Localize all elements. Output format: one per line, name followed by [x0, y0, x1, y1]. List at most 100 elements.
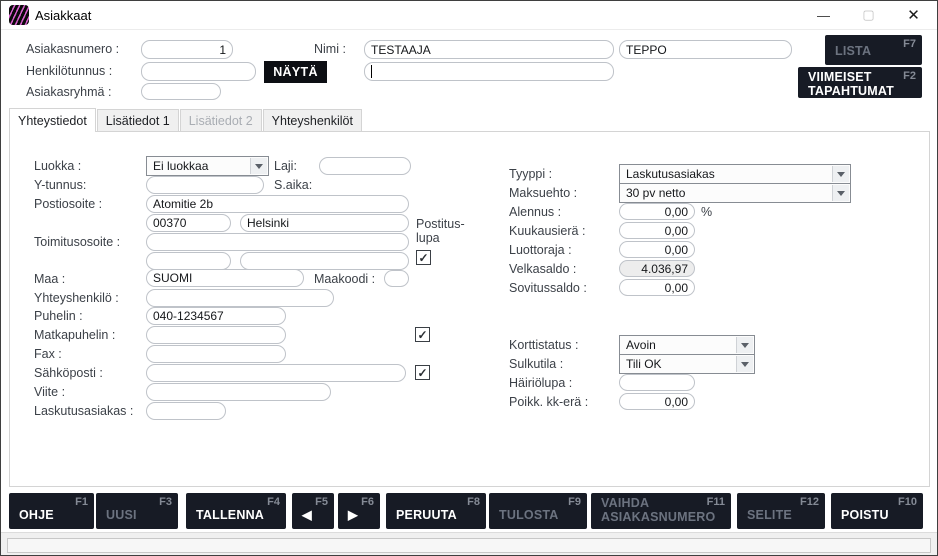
tab-yhteystiedot[interactable]: Yhteystiedot — [9, 108, 96, 132]
close-button[interactable]: ✕ — [891, 1, 936, 29]
puhelin-input[interactable]: 040-1234567 — [146, 307, 286, 325]
laskutusasiakas-input[interactable] — [146, 402, 226, 420]
next-button[interactable]: ▶ F6 — [338, 493, 380, 529]
chevron-down-icon[interactable] — [832, 166, 849, 182]
tyyppi-label: Tyyppi : — [509, 167, 552, 181]
previous-button[interactable]: ◀ F5 — [292, 493, 334, 529]
y-tunnus-input[interactable] — [146, 176, 264, 194]
ohje-label: OHJE — [19, 508, 54, 522]
sahkoposti-checkbox[interactable]: ✓ — [415, 365, 430, 380]
henkilotunnus-label: Henkilötunnus : — [26, 64, 112, 78]
alennus-input[interactable]: 0,00 — [619, 203, 695, 220]
matkapuhelin-input[interactable] — [146, 326, 286, 344]
tab-strip: Yhteystiedot Lisätiedot 1 Lisätiedot 2 Y… — [9, 108, 363, 132]
lista-label: LISTA — [835, 44, 871, 58]
uusi-button[interactable]: UUSI F3 — [96, 493, 178, 529]
hairiolupa-input[interactable] — [619, 374, 695, 391]
hairiolupa-label: Häiriölupa : — [509, 376, 572, 390]
nayta-button[interactable]: NÄYTÄ — [264, 61, 327, 83]
toimitusosoite-city-input[interactable] — [240, 252, 409, 270]
selite-fkey: F12 — [800, 496, 819, 508]
tab-yhteyshenkilot[interactable]: Yhteyshenkilöt — [263, 109, 362, 131]
chevron-down-icon[interactable] — [832, 185, 849, 201]
s-aika-label: S.aika: — [274, 178, 312, 192]
matkapuhelin-checkbox[interactable]: ✓ — [415, 327, 430, 342]
luokka-value: Ei luokkaa — [153, 159, 208, 173]
tallenna-button[interactable]: TALLENNA F4 — [186, 493, 286, 529]
tab-lisatiedot-2[interactable]: Lisätiedot 2 — [180, 109, 262, 131]
alennus-label: Alennus : — [509, 205, 561, 219]
selite-label: SELITE — [747, 508, 792, 522]
asiakasnumero-label: Asiakasnumero : — [26, 42, 119, 56]
viite-label: Viite : — [34, 385, 65, 399]
sulkutila-select[interactable]: Tili OK — [619, 354, 755, 374]
sulkutila-value: Tili OK — [626, 357, 662, 371]
sovitussaldo-value: 0,00 — [665, 281, 688, 295]
chevron-down-icon[interactable] — [736, 356, 753, 372]
maakoodi-input[interactable] — [384, 270, 409, 287]
toimitusosoite-street-input[interactable] — [146, 233, 409, 251]
sovitussaldo-label: Sovitussaldo : — [509, 281, 587, 295]
ohje-button[interactable]: OHJE F1 — [9, 493, 94, 529]
luokka-select[interactable]: Ei luokkaa — [146, 156, 269, 176]
status-message-area — [7, 538, 931, 553]
postiosoite-city-input[interactable]: Helsinki — [240, 214, 409, 232]
poistu-button[interactable]: POISTU F10 — [831, 493, 923, 529]
maximize-button[interactable]: ▢ — [846, 1, 891, 29]
minimize-button[interactable]: — — [801, 1, 846, 29]
maa-label: Maa : — [34, 272, 65, 286]
selite-button[interactable]: SELITE F12 — [737, 493, 825, 529]
peruuta-fkey: F8 — [467, 496, 480, 508]
asiakasnumero-input[interactable]: 1 — [141, 40, 233, 59]
henkilotunnus-input[interactable] — [141, 62, 256, 81]
velkasaldo-label: Velkasaldo : — [509, 262, 576, 276]
nimi-label: Nimi : — [314, 42, 346, 56]
sahkoposti-input[interactable] — [146, 364, 406, 382]
kuukausiera-input[interactable]: 0,00 — [619, 222, 695, 239]
lista-fkey: F7 — [903, 38, 916, 50]
titlebar: Asiakkaat — ▢ ✕ — [1, 1, 937, 30]
uusi-label: UUSI — [106, 508, 137, 522]
nimi-input[interactable]: TESTAAJA — [364, 40, 614, 59]
nimi-value: TESTAAJA — [371, 43, 431, 57]
postiosoite-street-input[interactable]: Atomitie 2b — [146, 195, 409, 213]
viimeiset-tapahtumat-button[interactable]: VIIMEISET TAPAHTUMAT F2 — [798, 67, 922, 98]
chevron-down-icon[interactable] — [736, 337, 753, 353]
toimitusosoite-label: Toimitusosoite : — [34, 235, 120, 249]
tulosta-fkey: F9 — [568, 496, 581, 508]
tulosta-button[interactable]: TULOSTA F9 — [489, 493, 587, 529]
toimitusosoite-zip-input[interactable] — [146, 252, 231, 270]
lista-button[interactable]: LISTA F7 — [825, 35, 922, 65]
postituslupa-checkbox[interactable]: ✓ — [416, 250, 431, 265]
previous-icon: ◀ — [302, 507, 312, 522]
viite-input[interactable] — [146, 383, 331, 401]
postiosoite-zip-input[interactable]: 00370 — [146, 214, 231, 232]
sulkutila-label: Sulkutila : — [509, 357, 563, 371]
text-cursor — [371, 65, 372, 78]
tab-lisatiedot-1[interactable]: Lisätiedot 1 — [97, 109, 179, 131]
nimi2-input[interactable]: TEPPO — [619, 40, 792, 59]
maa-input[interactable]: SUOMI — [146, 269, 304, 287]
status-bar — [1, 532, 937, 556]
peruuta-button[interactable]: PERUUTA F8 — [386, 493, 486, 529]
laji-input[interactable] — [319, 157, 411, 175]
matkapuhelin-label: Matkapuhelin : — [34, 328, 115, 342]
yhteyshenkilo-input[interactable] — [146, 289, 334, 307]
poikk-kk-era-input[interactable]: 0,00 — [619, 393, 695, 410]
korttistatus-select[interactable]: Avoin — [619, 335, 755, 355]
tyyppi-select[interactable]: Laskutusasiakas — [619, 164, 851, 184]
velkasaldo-input: 4.036,97 — [619, 260, 695, 277]
fax-input[interactable] — [146, 345, 286, 363]
sovitussaldo-input[interactable]: 0,00 — [619, 279, 695, 296]
postiosoite-zip-value: 00370 — [153, 216, 186, 230]
nimi-extra-input[interactable] — [364, 62, 614, 81]
laji-label: Laji: — [274, 159, 297, 173]
vaihda-asiakasnumero-button[interactable]: VAIHDA ASIAKASNUMERO F11 — [591, 493, 731, 529]
luottoraja-input[interactable]: 0,00 — [619, 241, 695, 258]
tallenna-fkey: F4 — [267, 496, 280, 508]
maksuehto-select[interactable]: 30 pv netto — [619, 183, 851, 203]
yhteyshenkilo-label: Yhteyshenkilö : — [34, 291, 119, 305]
asiakasryhma-input[interactable] — [141, 83, 221, 100]
app-logo-icon — [9, 5, 29, 25]
chevron-down-icon[interactable] — [250, 158, 267, 174]
